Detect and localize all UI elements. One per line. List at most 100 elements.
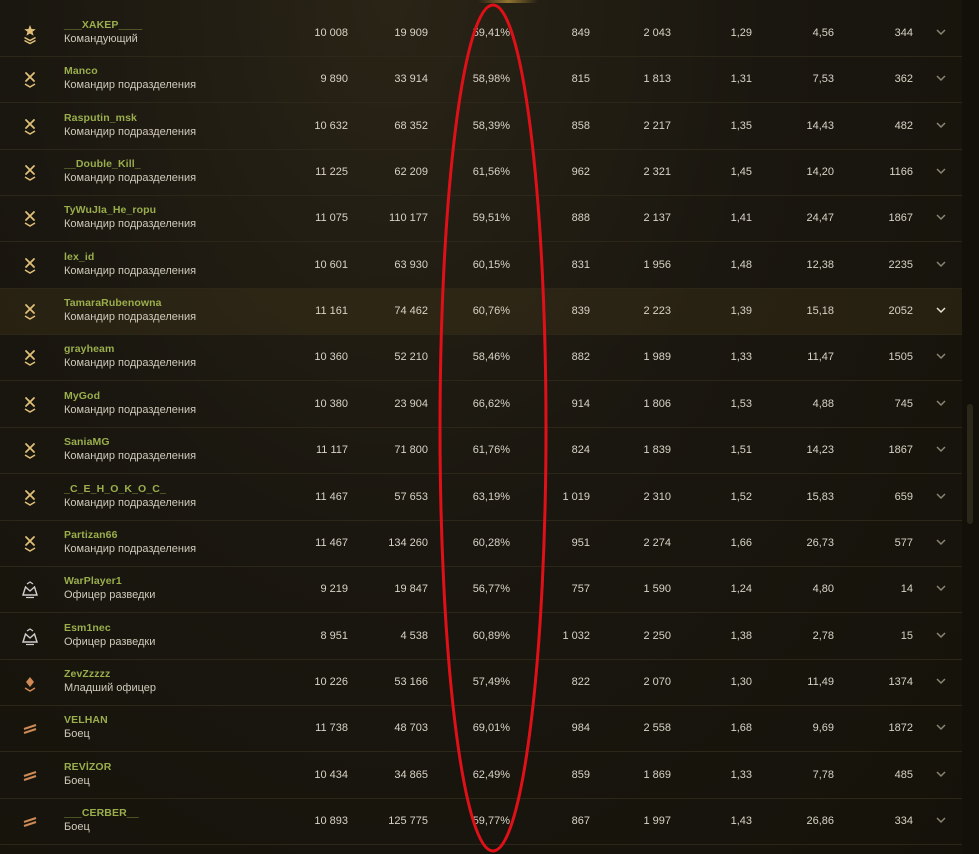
stat-avg-damage: 1 869 (643, 768, 671, 781)
table-row[interactable]: ___CERBER__ Боец 10 893 125 775 59,77% 867 1 9… (0, 799, 962, 845)
expand-row-chevron-icon[interactable] (935, 490, 947, 502)
player-name-link[interactable]: Esm1nec (64, 621, 155, 635)
stat-battles: 11 161 (315, 305, 348, 318)
stat-avg-damage: 2 223 (643, 305, 671, 318)
table-row[interactable]: ___XAKEP____ Командующий 10 008 19 909 59,41… (0, 11, 962, 57)
stat-avg-damage: 1 590 (643, 583, 671, 596)
player-info: Esm1nec Офицер разведки (64, 621, 155, 650)
table-row[interactable]: MyGod Командир подразделения 10 380 23 904 6… (0, 382, 962, 428)
stat-battles: 10 008 (314, 27, 348, 39)
player-name-link[interactable]: ___CERBER__ (64, 806, 139, 820)
player-name-link[interactable]: SaniaMG (64, 435, 196, 449)
stat-value-7: 11,47 (807, 351, 834, 364)
table-row[interactable]: _C_E_H_O_K_O_C_ Командир подразделения 11 … (0, 475, 962, 521)
expand-row-chevron-icon[interactable] (935, 443, 947, 455)
table-row[interactable]: lex_id Командир подразделения 10 601 63 930… (0, 243, 962, 289)
expand-row-chevron-icon[interactable] (935, 26, 947, 38)
crossed-swords-chevron-icon (18, 394, 42, 416)
stat-rating: 52 210 (394, 351, 428, 364)
crossed-swords-chevron-icon (18, 208, 42, 230)
player-info: Rasputin_msk Командир подразделения (64, 111, 196, 140)
table-row[interactable]: Esm1nec Офицер разведки 8 951 4 538 60,89% 1 … (0, 614, 962, 660)
stat-value-7: 26,73 (806, 536, 834, 549)
expand-row-chevron-icon[interactable] (935, 119, 947, 131)
expand-row-chevron-icon[interactable] (935, 397, 947, 409)
player-name-link[interactable]: TamaraRubenowna (64, 296, 196, 310)
stat-value-8: 1505 (888, 351, 913, 364)
stat-value-8: 1166 (889, 166, 913, 179)
stat-value-8: 577 (894, 536, 913, 549)
scrollbar-thumb[interactable] (967, 404, 973, 524)
stat-avg-damage: 2 274 (643, 536, 671, 549)
player-role: Командующий (64, 33, 138, 45)
player-name-link[interactable]: __Double_Kill_ (64, 157, 196, 171)
expand-row-chevron-icon[interactable] (935, 350, 947, 362)
player-role: Командир подразделения (64, 450, 197, 463)
table-row[interactable]: TyWuJIa_He_ropu Командир подразделения 11 … (0, 196, 962, 243)
player-info: ZevZzzzz Младший офицер (64, 667, 156, 696)
stat-value-8: 15 (900, 629, 913, 642)
table-row[interactable]: Rasputin_msk Командир подразделения 10 632… (0, 104, 962, 150)
table-row[interactable]: ZevZzzzz Младший офицер 10 226 53 166 57,49%… (0, 660, 962, 706)
stat-value-8: 482 (894, 119, 913, 132)
stat-win-rate: 59,77% (472, 814, 510, 827)
expand-row-chevron-icon[interactable] (935, 814, 947, 826)
stat-win-rate: 60,89% (472, 629, 510, 642)
table-row[interactable]: Partizan66 Командир подразделения 11 467 13… (0, 521, 962, 567)
player-name-link[interactable]: lex_id (64, 250, 196, 264)
table-row[interactable]: grayheam Командир подразделения 10 360 52 2… (0, 335, 962, 382)
expand-row-chevron-icon[interactable] (935, 675, 947, 687)
table-row[interactable]: __Double_Kill_ Командир подразделения 11 2… (0, 150, 962, 197)
stat-kills-per-battle: 1,29 (730, 27, 752, 39)
table-row[interactable]: VELHAN Боец 11 738 48 703 69,01% 984 2 558 1,68… (0, 706, 962, 753)
player-name-link[interactable]: REVİZOR (64, 760, 111, 774)
expand-row-chevron-icon[interactable] (935, 304, 947, 316)
player-role: Офицер разведки (64, 589, 156, 602)
stat-rating: 34 865 (394, 768, 428, 781)
player-info: ___CERBER__ Боец (64, 806, 139, 835)
expand-row-chevron-icon[interactable] (935, 629, 947, 641)
stat-rating: 57 653 (394, 490, 428, 503)
table-row[interactable]: Manco Командир подразделения 9 890 33 914 58… (0, 57, 962, 104)
stat-kills-per-battle: 1,53 (730, 397, 752, 410)
player-name-link[interactable]: TyWuJIa_He_ropu (64, 203, 196, 217)
stat-value-8: 1867 (888, 444, 913, 457)
player-name-link[interactable]: ___XAKEP____ (64, 18, 142, 32)
player-name-link[interactable]: VELHAN (64, 713, 108, 727)
expand-row-chevron-icon[interactable] (935, 768, 947, 780)
crossed-swords-chevron-icon (18, 301, 42, 323)
crossed-swords-chevron-icon (18, 255, 42, 277)
player-name-link[interactable]: WarPlayer1 (64, 574, 155, 588)
expand-row-chevron-icon[interactable] (935, 721, 947, 733)
player-name-link[interactable]: MyGod (64, 389, 196, 403)
expand-row-chevron-icon[interactable] (935, 536, 947, 548)
table-row[interactable]: SaniaMG Командир подразделения 11 117 71 80… (0, 428, 962, 475)
stat-value-7: 14,23 (806, 444, 834, 457)
player-name-link[interactable]: ZevZzzzz (64, 667, 156, 681)
player-name-link[interactable]: grayheam (64, 342, 196, 356)
table-row[interactable]: WarPlayer1 Офицер разведки 9 219 19 847 56,7… (0, 567, 962, 614)
stat-win-rate: 61,76% (472, 444, 510, 457)
player-info: Partizan66 Командир подразделения (64, 528, 196, 557)
stat-avg-damage: 1 806 (643, 397, 671, 410)
scrollbar[interactable] (962, 0, 979, 854)
stat-battles: 9 890 (320, 73, 348, 86)
stat-avg-xp: 867 (571, 814, 590, 827)
stat-value-7: 15,18 (806, 305, 834, 318)
player-name-link[interactable]: Manco (64, 64, 196, 78)
table-row[interactable]: REVİZOR Боец 10 434 34 865 62,49% 859 1 869 1,3… (0, 753, 962, 799)
expand-row-chevron-icon[interactable] (935, 582, 947, 594)
expand-row-chevron-icon[interactable] (935, 258, 947, 270)
stat-avg-xp: 962 (571, 166, 590, 179)
player-name-link[interactable]: _C_E_H_O_K_O_C_ (64, 482, 196, 496)
player-name-link[interactable]: Rasputin_msk (64, 111, 196, 125)
crossed-swords-chevron-icon (18, 347, 42, 369)
top-edge-accent (478, 0, 538, 3)
table-row[interactable]: TamaraRubenowna Командир подразделения 11 … (0, 289, 962, 336)
stat-kills-per-battle: 1,41 (730, 212, 752, 225)
expand-row-chevron-icon[interactable] (935, 211, 947, 223)
stat-rating: 63 930 (394, 258, 428, 271)
player-name-link[interactable]: Partizan66 (64, 528, 196, 542)
expand-row-chevron-icon[interactable] (935, 165, 947, 177)
expand-row-chevron-icon[interactable] (935, 72, 947, 84)
